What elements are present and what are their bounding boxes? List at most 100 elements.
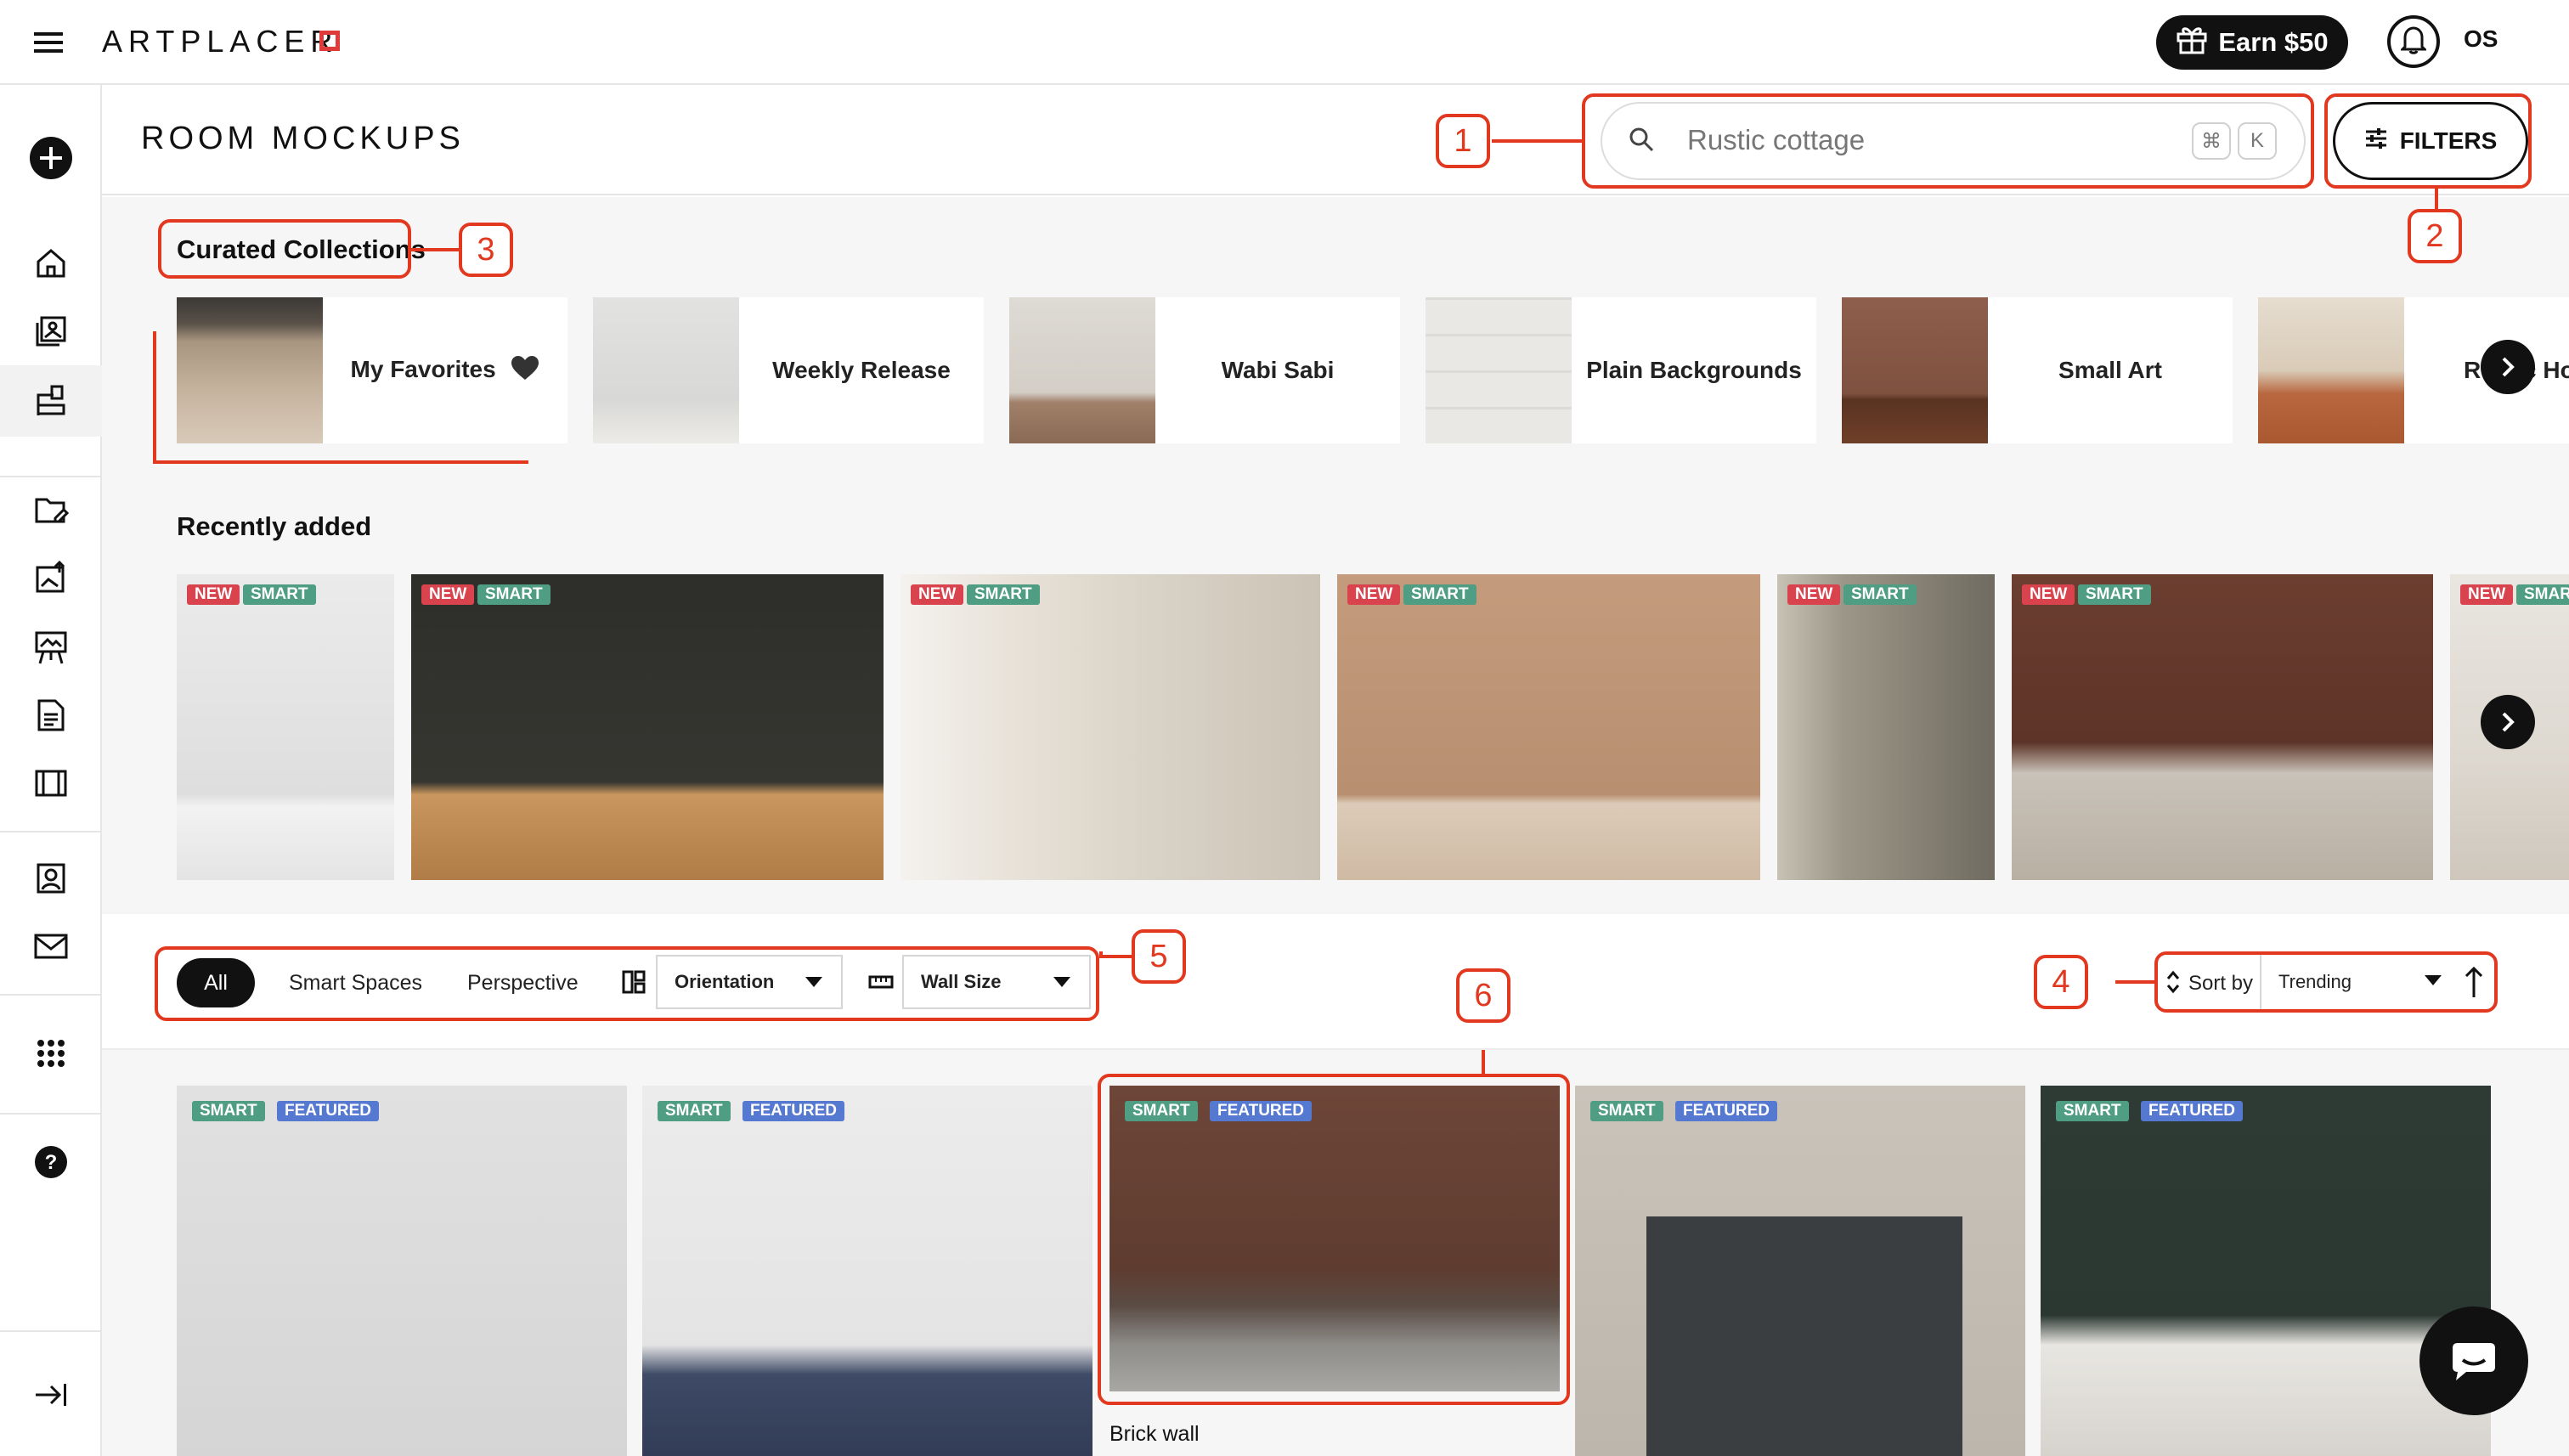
sidebar-item-frames[interactable] xyxy=(27,759,75,807)
featured-badge: FEATURED xyxy=(2141,1101,2244,1121)
collection-card[interactable]: Plain Backgrounds xyxy=(1426,297,1816,443)
contact-icon xyxy=(37,863,65,894)
smart-badge: SMART xyxy=(1590,1101,1663,1121)
sidebar-item-artworks[interactable] xyxy=(27,308,75,355)
smart-badge: SMART xyxy=(1403,584,1476,605)
new-badge: NEW xyxy=(2022,584,2075,605)
callout-marker: 4 xyxy=(2034,955,2088,1009)
collection-label: Small Art xyxy=(2058,357,2162,383)
page-title: ROOM MOCKUPS xyxy=(141,121,465,156)
sidebar-item-room-mockups[interactable] xyxy=(27,377,75,425)
room-icon xyxy=(37,385,65,415)
collection-label: Weekly Release xyxy=(772,357,951,383)
sidebar-item-projects[interactable] xyxy=(27,486,75,533)
callout-connector xyxy=(1099,955,1135,958)
sidebar-create-button[interactable] xyxy=(27,134,75,182)
recent-mockup[interactable] xyxy=(2012,574,2433,880)
collection-label: Plain Backgrounds xyxy=(1586,357,1802,383)
new-badge: NEW xyxy=(421,584,475,605)
apps-grid-icon xyxy=(37,1040,65,1067)
chevron-right-icon xyxy=(2502,357,2515,377)
mockup-dark-panel xyxy=(1646,1216,1962,1456)
logo[interactable]: ARTPLACER xyxy=(102,24,338,59)
sidebar-collapse-button[interactable] xyxy=(27,1371,75,1419)
smart-badge: SMART xyxy=(967,584,1040,605)
collection-card[interactable]: Small Art xyxy=(1842,297,2233,443)
sidebar-item-uploads[interactable] xyxy=(27,554,75,601)
notifications-button[interactable] xyxy=(2387,15,2440,68)
earn-referral-button[interactable]: Earn $50 xyxy=(2156,15,2348,70)
new-badge: NEW xyxy=(187,584,240,605)
callout-marker: 3 xyxy=(459,223,513,277)
smart-badge: SMART xyxy=(658,1101,731,1121)
easel-icon xyxy=(35,631,67,664)
gift-icon xyxy=(2176,24,2208,61)
folder-edit-icon xyxy=(35,498,69,523)
callout-connector xyxy=(2115,980,2154,984)
plus-circle-icon xyxy=(30,137,72,179)
callout-box-sort xyxy=(2154,951,2498,1013)
sidebar-divider xyxy=(0,994,102,996)
sidebar-item-apps[interactable] xyxy=(27,1030,75,1077)
sidebar-item-help[interactable]: ? xyxy=(27,1138,75,1186)
svg-text:?: ? xyxy=(45,1151,58,1174)
smart-badge: SMART xyxy=(243,584,316,605)
sidebar-item-presentations[interactable] xyxy=(27,624,75,671)
smart-badge: SMART xyxy=(1843,584,1917,605)
recently-added-title: Recently added xyxy=(177,511,372,541)
collection-thumbnail xyxy=(1009,297,1155,443)
new-badge: NEW xyxy=(1787,584,1841,605)
sidebar-divider xyxy=(0,831,102,832)
image-upload-icon xyxy=(36,561,65,593)
recent-mockup[interactable] xyxy=(901,574,1320,880)
image-stack-icon xyxy=(36,316,66,347)
callout-connector xyxy=(411,248,460,251)
smart-badge: SMART xyxy=(192,1101,265,1121)
callout-bracket xyxy=(153,331,156,464)
collection-thumbnail xyxy=(593,297,739,443)
callout-box-card xyxy=(1098,1074,1570,1405)
sidebar-item-documents[interactable] xyxy=(27,691,75,739)
smart-badge: SMART xyxy=(2516,584,2569,605)
menu-icon[interactable] xyxy=(34,31,63,54)
collapse-right-icon xyxy=(36,1384,66,1406)
callout-marker: 6 xyxy=(1456,968,1510,1023)
callout-connector xyxy=(1482,1050,1485,1074)
user-avatar[interactable]: OS xyxy=(2464,25,2498,53)
collection-thumbnail xyxy=(1842,297,1988,443)
sidebar-item-contacts[interactable] xyxy=(27,855,75,902)
collections-next-button[interactable] xyxy=(2481,340,2535,394)
home-icon xyxy=(37,249,65,278)
featured-badge: FEATURED xyxy=(277,1101,380,1121)
callout-box-filters xyxy=(2324,93,2532,189)
featured-badge: FEATURED xyxy=(742,1101,845,1121)
sidebar-item-messages[interactable] xyxy=(27,923,75,970)
chat-button[interactable] xyxy=(2419,1306,2528,1415)
mockup-card[interactable] xyxy=(642,1086,1093,1456)
mail-icon xyxy=(34,934,68,959)
mockup-card[interactable] xyxy=(177,1086,627,1456)
collection-card[interactable]: My Favorites xyxy=(177,297,567,443)
collection-thumbnail xyxy=(177,297,323,443)
help-icon: ? xyxy=(35,1146,67,1178)
recent-mockup[interactable] xyxy=(177,574,394,880)
recent-next-button[interactable] xyxy=(2481,695,2535,749)
collection-thumbnail xyxy=(1426,297,1572,443)
bell-icon xyxy=(2399,25,2428,59)
collection-thumbnail xyxy=(2258,297,2404,443)
sidebar-item-home[interactable] xyxy=(27,240,75,287)
smart-badge: SMART xyxy=(477,584,550,605)
mockup-card[interactable] xyxy=(2041,1086,2491,1456)
recent-mockup[interactable] xyxy=(411,574,884,880)
collection-label-text: My Favorites xyxy=(350,355,496,382)
collection-card[interactable]: Wabi Sabi xyxy=(1009,297,1400,443)
collection-card[interactable]: Weekly Release xyxy=(593,297,984,443)
smart-badge: SMART xyxy=(2056,1101,2129,1121)
mockup-card-caption: Brick wall xyxy=(1109,1422,1200,1446)
document-icon xyxy=(37,699,65,731)
logo-mark-icon xyxy=(319,31,340,51)
callout-box-search xyxy=(1582,93,2314,189)
recent-mockup[interactable] xyxy=(1777,574,1995,880)
new-badge: NEW xyxy=(911,584,964,605)
recent-mockup[interactable] xyxy=(1337,574,1760,880)
